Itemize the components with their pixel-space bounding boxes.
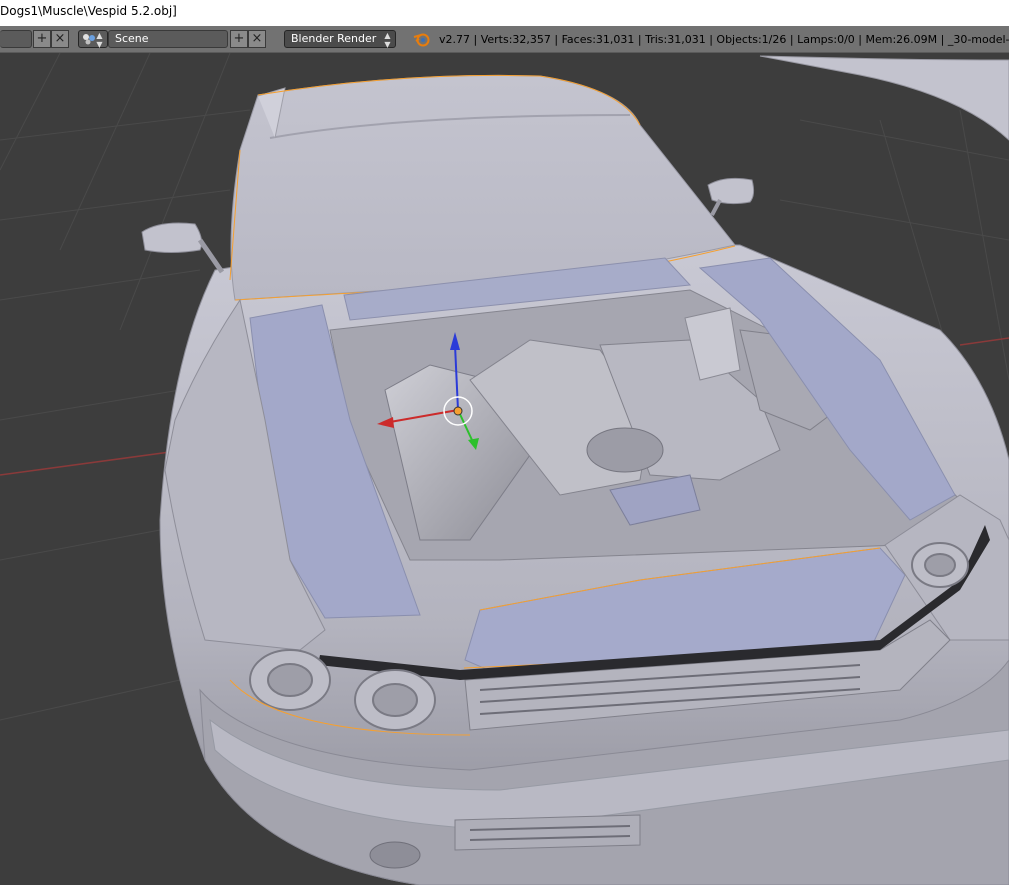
car-model[interactable] bbox=[141, 74, 1009, 885]
3d-viewport[interactable] bbox=[0, 53, 1009, 885]
blender-logo-icon bbox=[413, 33, 430, 47]
render-engine-dropdown[interactable]: Blender Render ▲▼ bbox=[284, 30, 396, 49]
info-header: + × ▲▼ Scene + × Blender Render ▲▼ v2.77… bbox=[0, 26, 1009, 53]
plus-icon: + bbox=[36, 31, 48, 46]
window-title-bar: Dogs1\Muscle\Vespid 5.2.obj] bbox=[0, 0, 1009, 26]
scene-icon bbox=[83, 34, 95, 45]
scene-name: Scene bbox=[115, 32, 149, 45]
close-icon: × bbox=[251, 31, 263, 46]
delete-scene-button[interactable]: × bbox=[248, 30, 266, 48]
grid-x-axis-line bbox=[0, 451, 171, 476]
close-icon: × bbox=[54, 31, 66, 46]
arrows-icon: ▲▼ bbox=[95, 31, 104, 49]
scene-name-field[interactable]: Scene bbox=[108, 30, 228, 48]
screen-layout-field[interactable] bbox=[0, 30, 32, 48]
scene-type-selector[interactable]: ▲▼ bbox=[78, 30, 108, 49]
add-screen-button[interactable]: + bbox=[33, 30, 51, 48]
lower-grille bbox=[454, 814, 641, 851]
right-mirror bbox=[707, 177, 755, 205]
background-object bbox=[759, 55, 1009, 141]
arrows-icon: ▲▼ bbox=[383, 31, 392, 49]
object-origin-icon bbox=[453, 406, 463, 416]
render-engine-label: Blender Render bbox=[291, 32, 377, 45]
scene-statistics: v2.77 | Verts:32,357 | Faces:31,031 | Tr… bbox=[439, 33, 1009, 46]
window-title: Dogs1\Muscle\Vespid 5.2.obj] bbox=[0, 4, 177, 18]
delete-screen-button[interactable]: × bbox=[51, 30, 69, 48]
plus-icon: + bbox=[233, 31, 245, 46]
left-mirror bbox=[141, 222, 203, 253]
add-scene-button[interactable]: + bbox=[230, 30, 248, 48]
